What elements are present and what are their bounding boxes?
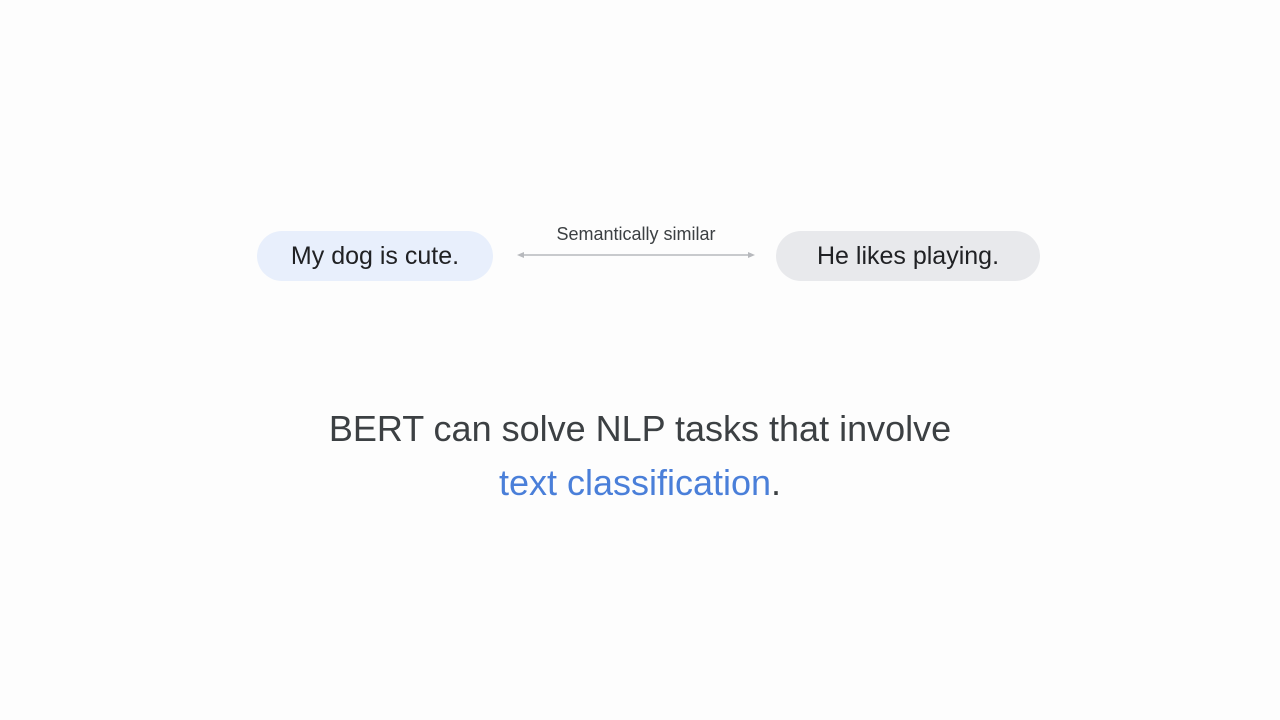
caption-line-2: text classification. <box>0 456 1280 510</box>
sentence-b-text: He likes playing. <box>816 241 1000 270</box>
caption-line-1: BERT can solve NLP tasks that involve <box>328 408 952 449</box>
caption-period: . <box>771 462 782 503</box>
double-arrow-icon <box>517 252 755 258</box>
slide: My dog is cute. Semantically similar He … <box>0 0 1280 720</box>
sentence-a-text: My dog is cute. <box>290 241 460 270</box>
relation-label: Semantically similar <box>556 224 716 244</box>
sentence-b-pill: He likes playing. <box>776 231 1040 281</box>
caption: BERT can solve NLP tasks that involve te… <box>0 402 1280 510</box>
sentence-a-pill: My dog is cute. <box>257 231 493 281</box>
highlight-term: text classification <box>498 462 772 503</box>
